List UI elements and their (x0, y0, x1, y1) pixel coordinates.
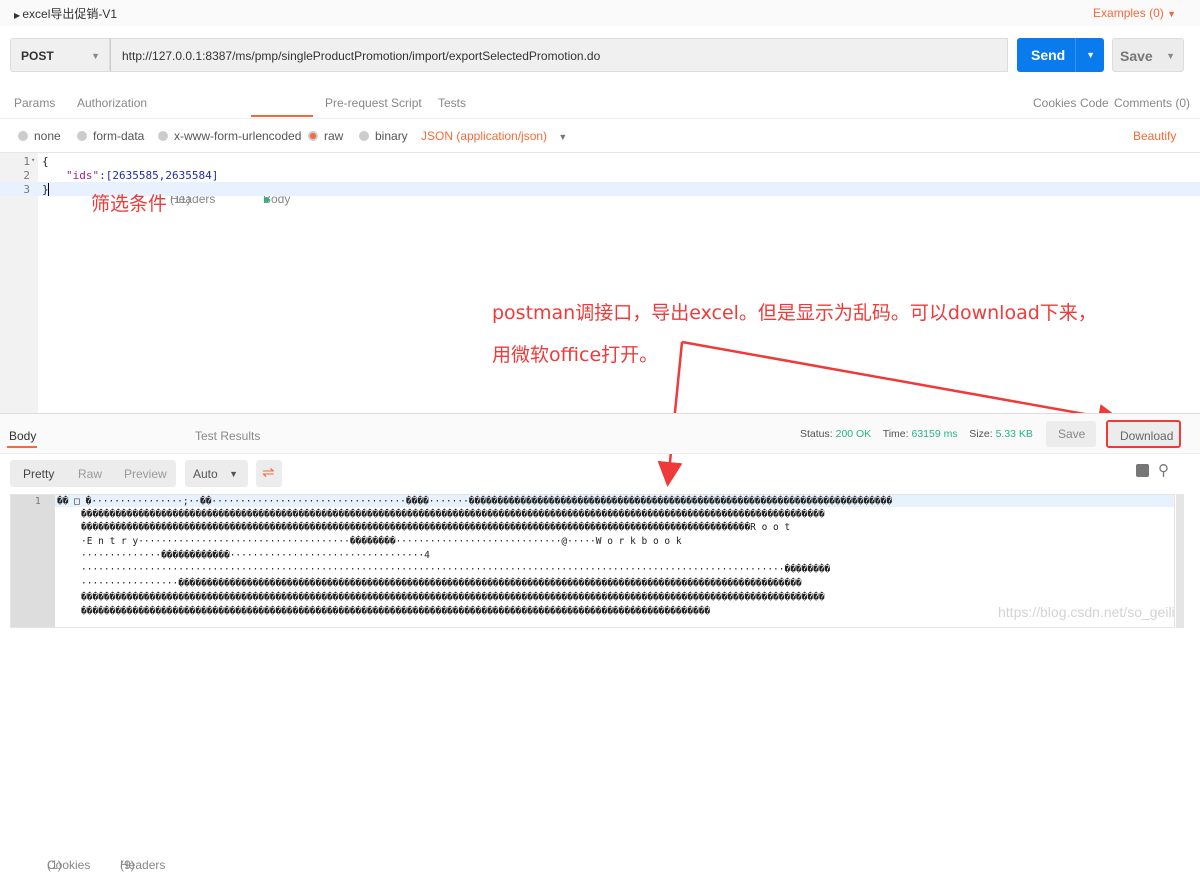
search-icon[interactable]: ⚲ (1158, 461, 1169, 479)
view-raw[interactable]: Raw (78, 467, 102, 481)
line-gutter (11, 495, 55, 627)
view-preview[interactable]: Preview (124, 467, 167, 481)
watermark: https://blog.csdn.net/so_geili (998, 604, 1175, 620)
time-value: 63159 ms (911, 428, 958, 440)
copy-icon[interactable] (1136, 464, 1149, 477)
response-tab-tests[interactable]: Test Results (195, 429, 260, 443)
response-meta: Status: 200 OK Time: 63159 ms Size: 5.33… (800, 428, 1033, 440)
format-select[interactable]: Auto ▼ (185, 460, 248, 487)
active-tab-indicator (7, 446, 37, 448)
response-save-button[interactable]: Save (1046, 421, 1096, 447)
download-button[interactable]: Download (1106, 420, 1181, 448)
chevron-down-icon: ▼ (229, 469, 238, 479)
wrap-lines-icon[interactable]: ⇌ (256, 460, 282, 487)
size-value: 5.33 KB (995, 428, 1033, 440)
arrow-to-download (681, 340, 1123, 429)
view-mode-group: Pretty Raw Preview (10, 460, 176, 487)
response-tab-body[interactable]: Body (9, 429, 36, 443)
arrow-to-response (657, 341, 684, 487)
status-value: 200 OK (835, 428, 872, 440)
scrollbar[interactable] (1176, 494, 1184, 628)
view-pretty[interactable]: Pretty (23, 467, 54, 481)
